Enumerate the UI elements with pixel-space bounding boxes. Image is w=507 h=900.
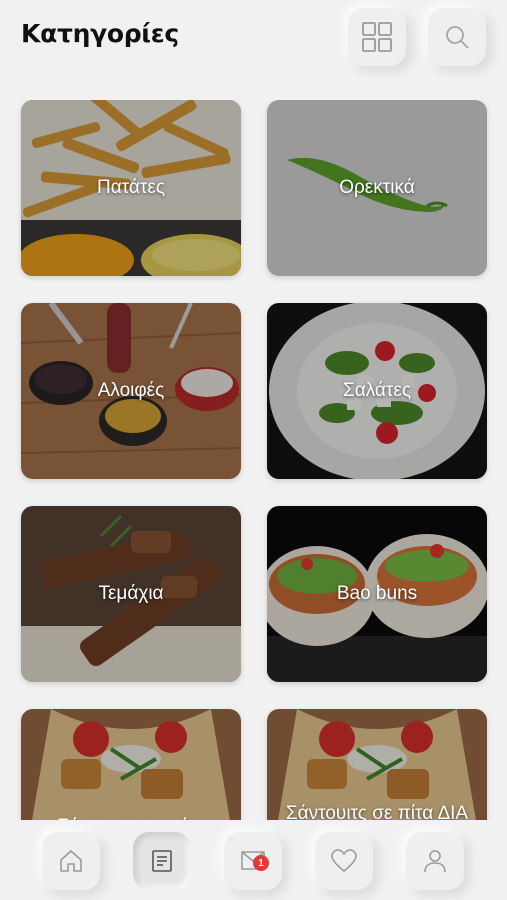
category-label: Τεμάχια [98,582,164,604]
category-card-salads[interactable]: Σαλάτες [267,303,487,479]
category-card-pieces[interactable]: Τεμάχια [21,506,241,682]
grid-icon [362,22,392,52]
category-card-pita-sandwiches[interactable]: Σάντουιτς σε πίτα [21,709,241,820]
category-card-appetizers[interactable]: Ορεκτικά [267,100,487,276]
nav-menu-button[interactable] [133,832,191,890]
category-label: Σάντουιτς σε πίτα ΔΙΑ ΧΟΙΡΟΣ [285,803,469,820]
category-card-bao-buns[interactable]: Bao buns [267,506,487,682]
page-title: Κατηγορίες [21,19,179,48]
user-icon [424,850,446,873]
home-icon [60,850,82,872]
category-label: Σαλάτες [342,379,412,401]
bottom-navigation: 1 [0,820,507,900]
category-label: Σάντουιτς σε πίτα [21,769,241,820]
category-grid: Πατάτες Ορεκτικά Αλοιφές Σαλάτες Τεμάχια… [0,100,507,820]
nav-favorites-button[interactable] [315,832,373,890]
grid-view-button[interactable] [348,8,406,66]
category-label: Ορεκτικά [339,176,415,198]
cart-badge: 1 [253,855,269,871]
heart-icon [331,849,357,873]
search-button[interactable] [428,8,486,66]
nav-home-button[interactable] [42,832,100,890]
category-card-potatoes[interactable]: Πατάτες [21,100,241,276]
category-label: Αλοιφές [97,379,165,401]
category-card-spreads[interactable]: Αλοιφές [21,303,241,479]
nav-cart-button[interactable]: 1 [224,832,282,890]
nav-profile-button[interactable] [406,832,464,890]
category-label: Πατάτες [96,176,166,198]
menu-icon [152,850,172,872]
search-icon [446,26,469,49]
category-card-pita-sandwiches-pork[interactable]: Σάντουιτς σε πίτα ΔΙΑ ΧΟΙΡΟΣ [267,709,487,820]
category-label: Bao buns [336,582,418,604]
header: Κατηγορίες [0,0,507,80]
